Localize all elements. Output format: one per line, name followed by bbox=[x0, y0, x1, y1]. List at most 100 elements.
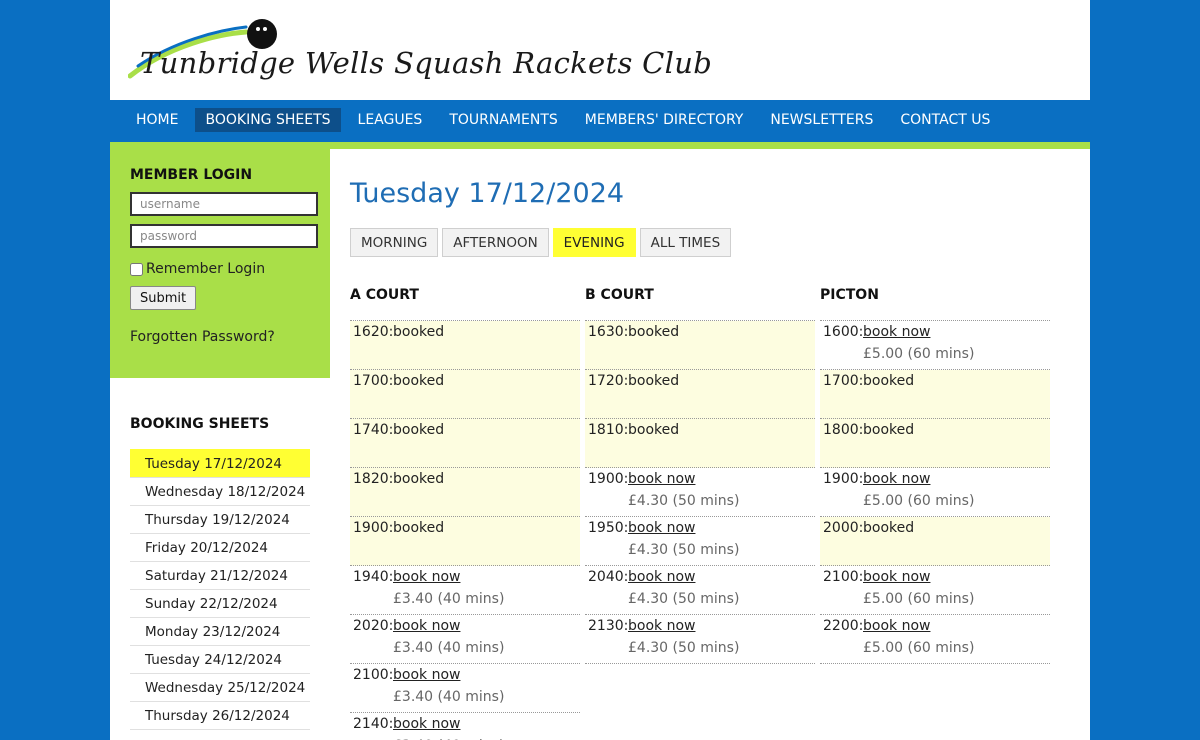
username-input[interactable] bbox=[130, 192, 318, 216]
submit-button[interactable]: Submit bbox=[130, 286, 197, 310]
time-slot: 1600: book now £5.00 (60 mins) bbox=[820, 321, 1050, 370]
login-title: MEMBER LOGIN bbox=[130, 167, 253, 183]
time-slot: 2000: booked bbox=[820, 517, 1050, 566]
slot-price: £3.40 (40 mins) bbox=[393, 640, 505, 656]
court-column-picton: PICTON 1600: book now £5.00 (60 mins) 1700: b… bbox=[820, 287, 1050, 664]
tab-afternoon[interactable]: AFTERNOON bbox=[442, 228, 549, 257]
slot-booked-label: booked bbox=[628, 422, 680, 438]
slot-time: 1900: bbox=[823, 471, 864, 487]
slot-time: 2020: bbox=[353, 618, 394, 634]
slot-price: £3.40 (40 mins) bbox=[393, 591, 505, 607]
slot-time: 2100: bbox=[823, 569, 864, 585]
tab-evening[interactable]: EVENING bbox=[552, 228, 636, 257]
nav-item-booking-sheets[interactable]: BOOKING SHEETS bbox=[195, 108, 341, 132]
nav-item-newsletters[interactable]: NEWSLETTERS bbox=[760, 108, 883, 132]
nav-item-tournaments[interactable]: TOURNAMENTS bbox=[439, 108, 567, 132]
nav-item-home[interactable]: HOME bbox=[126, 108, 188, 132]
time-slot: 2140:book now£3.40 (40 mins) bbox=[350, 713, 580, 740]
tab-all-times[interactable]: ALL TIMES bbox=[639, 228, 732, 257]
slot-time: 1700: bbox=[823, 373, 864, 389]
booking-sheet-date-item[interactable]: Thursday 26/12/2024 bbox=[130, 702, 310, 730]
password-input[interactable] bbox=[130, 224, 318, 248]
slot-time: 1740: bbox=[353, 422, 394, 438]
booking-sheet-date-item[interactable]: Wednesday 25/12/2024 bbox=[130, 674, 310, 702]
time-slot: 1740: booked bbox=[350, 419, 580, 468]
club-name: Tunbridge Wells Squash Rackets Club bbox=[140, 46, 713, 80]
slot-booked-label: booked bbox=[393, 373, 445, 389]
book-now-link[interactable]: book now bbox=[863, 618, 930, 634]
time-slot: 2100: book now £3.40 (40 mins) bbox=[350, 664, 580, 713]
slot-booked-label: booked bbox=[863, 520, 915, 536]
slot-booked-label: booked bbox=[628, 373, 680, 389]
slot-time: 2130: bbox=[588, 618, 629, 634]
site-header: Tunbridge Wells Squash Rackets Club bbox=[110, 0, 1090, 100]
time-slot: 2040: book now £4.30 (50 mins) bbox=[585, 566, 815, 615]
time-slot: 1950: book now £4.30 (50 mins) bbox=[585, 517, 815, 566]
slot-time: 2000: bbox=[823, 520, 864, 536]
slot-time: 1950: bbox=[588, 520, 629, 536]
book-now-link[interactable]: book now bbox=[863, 569, 930, 585]
book-now-link[interactable]: book now bbox=[863, 471, 930, 487]
court-column-a-court: A COURT 1620: booked 1700: booked 1740: booked… bbox=[350, 287, 580, 740]
remember-login-checkbox[interactable] bbox=[130, 262, 143, 276]
nav-divider bbox=[110, 142, 1090, 149]
slot-price: £4.30 (50 mins) bbox=[628, 591, 740, 607]
booking-sheet-date-item[interactable]: Friday 20/12/2024 bbox=[130, 534, 310, 562]
book-now-link[interactable]: book now bbox=[393, 716, 460, 732]
slot-booked-label: booked bbox=[393, 520, 445, 536]
booking-sheet-date-item[interactable]: Sunday 22/12/2024 bbox=[130, 590, 310, 618]
booking-sheet-date-item[interactable]: Saturday 21/12/2024 bbox=[130, 562, 310, 590]
book-now-link[interactable]: book now bbox=[393, 618, 460, 634]
slot-time: 1940: bbox=[353, 569, 394, 585]
book-now-link[interactable]: book now bbox=[628, 520, 695, 536]
slot-price: £4.30 (50 mins) bbox=[628, 493, 740, 509]
slot-time: 2200: bbox=[823, 618, 864, 634]
nav-item-leagues[interactable]: LEAGUES bbox=[348, 108, 433, 132]
booking-sheet-date-item[interactable]: Thursday 19/12/2024 bbox=[130, 506, 310, 534]
book-now-link[interactable]: book now bbox=[628, 471, 695, 487]
nav-item-members-directory[interactable]: MEMBERS' DIRECTORY bbox=[575, 108, 754, 132]
booking-sheet-date-item[interactable]: Tuesday 17/12/2024 bbox=[130, 449, 310, 478]
slot-price: £3.40 (40 mins) bbox=[393, 689, 505, 705]
slot-time: 2040: bbox=[588, 569, 629, 585]
slot-price: £5.00 (60 mins) bbox=[863, 640, 975, 656]
tab-morning[interactable]: MORNING bbox=[350, 228, 439, 257]
court-title: PICTON bbox=[820, 287, 879, 303]
booking-sheet-date-item[interactable]: Tuesday 24/12/2024 bbox=[130, 646, 310, 674]
slot-time: 1720: bbox=[588, 373, 629, 389]
book-now-link[interactable]: book now bbox=[628, 569, 695, 585]
booking-sheet-date-item[interactable]: Wednesday 18/12/2024 bbox=[130, 478, 310, 506]
time-slot: 1900: booked bbox=[350, 517, 580, 566]
slot-time: 1700: bbox=[353, 373, 394, 389]
court-title: B COURT bbox=[585, 287, 654, 303]
forgotten-password-link[interactable]: Forgotten Password? bbox=[130, 329, 275, 345]
booking-sheet-date-item[interactable]: Monday 23/12/2024 bbox=[130, 618, 310, 646]
book-now-link[interactable]: book now bbox=[393, 569, 460, 585]
remember-login[interactable]: Remember Login bbox=[130, 261, 265, 277]
slot-time: 1800: bbox=[823, 422, 864, 438]
court-slots: 1620: booked 1700: booked 1740: booked 1820: bo… bbox=[350, 320, 580, 740]
nav-item-contact-us[interactable]: CONTACT US bbox=[890, 108, 1000, 132]
book-now-link[interactable]: book now bbox=[628, 618, 695, 634]
time-slot: 1820: booked bbox=[350, 468, 580, 517]
book-now-link[interactable]: book now bbox=[393, 667, 460, 683]
slot-booked-label: booked bbox=[628, 324, 680, 340]
time-slot: 1810: booked bbox=[585, 419, 815, 468]
time-slot: 1700: booked bbox=[350, 370, 580, 419]
time-slot: 2020: book now £3.40 (40 mins) bbox=[350, 615, 580, 664]
slot-time: 1620: bbox=[353, 324, 394, 340]
time-slot: 1630: booked bbox=[585, 321, 815, 370]
time-slot: 1900: book now £4.30 (50 mins) bbox=[585, 468, 815, 517]
club-logo[interactable]: Tunbridge Wells Squash Rackets Club bbox=[128, 18, 712, 84]
slot-booked-label: booked bbox=[393, 471, 445, 487]
slot-price: £5.00 (60 mins) bbox=[863, 591, 975, 607]
book-now-link[interactable]: book now bbox=[863, 324, 930, 340]
slot-time: 1810: bbox=[588, 422, 629, 438]
time-slot: 1700: booked bbox=[820, 370, 1050, 419]
time-slot: 1940: book now £3.40 (40 mins) bbox=[350, 566, 580, 615]
slot-booked-label: booked bbox=[863, 373, 915, 389]
slot-price: £4.30 (50 mins) bbox=[628, 542, 740, 558]
booking-sheet-date-list: Tuesday 17/12/2024 Wednesday 18/12/2024 Th… bbox=[130, 449, 310, 730]
slot-time: 1900: bbox=[588, 471, 629, 487]
court-slots: 1630: booked 1720: booked 1810: booked 1900: bo… bbox=[585, 320, 815, 664]
